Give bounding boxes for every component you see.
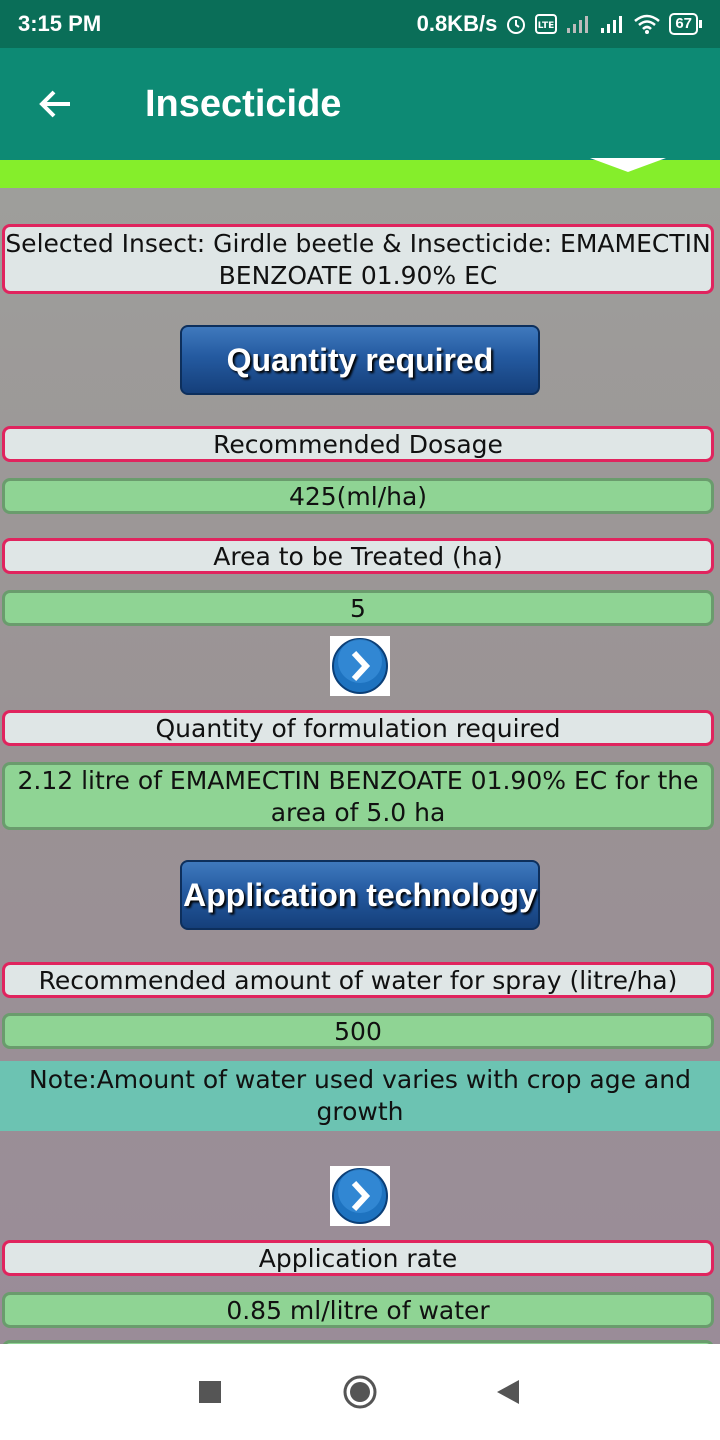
status-icons: 0.8KB/s LTE 67 [417,11,702,37]
app-bar: Insecticide [0,48,720,160]
chevron-right-icon [332,638,388,694]
back-nav-button[interactable] [488,1372,528,1412]
application-technology-button[interactable]: Application technology [180,860,540,930]
quantity-formulation-value: 2.12 litre of EMAMECTIN BENZOATE 01.90% … [2,762,714,830]
calculate-rate-button[interactable] [330,1166,390,1226]
alarm-icon [505,13,527,35]
quantity-required-button[interactable]: Quantity required [180,325,540,395]
selected-info: Selected Insect: Girdle beetle & Insecti… [2,224,714,294]
signal-icon [565,14,591,34]
water-amount-input[interactable]: 500 [2,1013,714,1049]
arrow-left-icon [39,90,70,118]
system-nav-bar [0,1344,720,1440]
status-bar: 3:15 PM 0.8KB/s LTE 67 [0,0,720,48]
application-rate-value: 0.85 ml/litre of water [2,1292,714,1328]
recents-button[interactable] [190,1372,230,1412]
page-title: Insecticide [145,82,342,125]
circle-icon [343,1375,377,1409]
calculator-content[interactable]: Selected Insect: Girdle beetle & Insecti… [0,188,720,1344]
chevron-right-icon [332,1168,388,1224]
back-button[interactable] [0,48,112,160]
area-input[interactable]: 5 [2,590,714,626]
volte-icon: LTE [535,14,558,34]
chevron-down-icon [590,158,666,172]
signal-icon [599,14,625,34]
battery-icon: 67 [669,13,702,35]
area-label: Area to be Treated (ha) [2,538,714,574]
recommended-dosage-value: 425(ml/ha) [2,478,714,514]
net-speed: 0.8KB/s [416,11,498,36]
application-rate-label: Application rate [2,1240,714,1276]
water-note: Note:Amount of water used varies with cr… [0,1061,720,1131]
svg-text:LTE: LTE [538,21,555,31]
calculate-quantity-button[interactable] [330,636,390,696]
square-icon [199,1381,221,1403]
status-time: 3:15 PM [18,11,102,36]
quantity-formulation-label: Quantity of formulation required [2,710,714,746]
water-amount-label: Recommended amount of water for spray (l… [2,962,714,998]
wifi-icon [633,13,661,35]
home-button[interactable] [340,1372,380,1412]
triangle-back-icon [497,1380,519,1404]
recommended-dosage-label: Recommended Dosage [2,426,714,462]
